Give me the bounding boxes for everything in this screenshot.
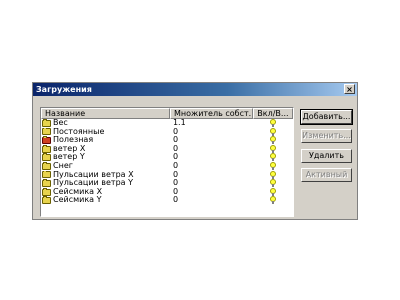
lightbulb-icon[interactable] xyxy=(270,196,277,205)
active-button[interactable]: Активный xyxy=(301,168,352,182)
delete-button[interactable]: Удалить xyxy=(301,149,352,163)
lightbulb-icon[interactable] xyxy=(270,136,277,145)
table-row[interactable]: Вес 1.1 xyxy=(41,119,293,128)
row-name: Сейсмика X xyxy=(53,187,103,196)
lightbulb-icon[interactable] xyxy=(270,153,277,162)
folder-icon xyxy=(42,144,51,153)
table-body: Вес 1.1 Постоянные 0 Полезная 0 ветер X 0 ветер … xyxy=(41,119,293,205)
row-multiplier: 1.1 xyxy=(172,119,186,127)
row-name: Пульсации ветра X xyxy=(53,170,134,179)
column-header-enabled[interactable]: Вкл/В... xyxy=(253,108,293,119)
row-enabled-cell[interactable] xyxy=(253,179,293,188)
folder-icon xyxy=(42,196,51,205)
table-row[interactable]: Полезная 0 xyxy=(41,136,293,145)
row-name: Вес xyxy=(53,119,68,127)
row-name-cell: Вес xyxy=(41,119,170,128)
folder-icon xyxy=(42,127,51,136)
row-name-cell: Пульсации ветра Y xyxy=(41,179,170,188)
table-row[interactable]: ветер Y 0 xyxy=(41,153,293,162)
row-multiplier: 0 xyxy=(172,196,179,205)
row-multiplier: 0 xyxy=(172,153,179,162)
row-name-cell: ветер Y xyxy=(41,153,170,162)
table-row[interactable]: Сейсмика X 0 xyxy=(41,187,293,197)
row-multiplier: 0 xyxy=(172,161,179,170)
close-icon: × xyxy=(346,85,353,94)
table-row[interactable]: Постоянные 0 xyxy=(41,127,293,137)
row-multiplier: 0 xyxy=(172,136,179,145)
row-name-cell: Сейсмика Y xyxy=(41,196,170,205)
dialog-titlebar: Загружения × xyxy=(33,83,357,96)
row-name-cell: Постоянные xyxy=(41,127,170,137)
folder-icon xyxy=(42,170,51,179)
table-row[interactable]: Сейсмика Y 0 xyxy=(41,196,293,205)
row-name: Полезная xyxy=(53,136,94,145)
table-row[interactable]: Снег 0 xyxy=(41,161,293,171)
row-name: ветер X xyxy=(53,144,86,153)
row-name-cell: ветер X xyxy=(41,144,170,154)
folder-icon xyxy=(42,153,51,162)
row-name-cell: Снег xyxy=(41,161,170,171)
lightbulb-icon[interactable] xyxy=(270,161,277,170)
column-header-multiplier[interactable]: Множитель собст... xyxy=(169,108,254,119)
folder-red-icon xyxy=(42,136,51,144)
row-name: Сейсмика Y xyxy=(53,196,102,205)
row-name: Постоянные xyxy=(53,127,105,136)
column-header-name[interactable]: Название xyxy=(41,108,170,119)
row-enabled-cell[interactable] xyxy=(253,161,293,171)
lightbulb-icon[interactable] xyxy=(270,119,277,127)
row-enabled-cell[interactable] xyxy=(253,170,293,180)
folder-icon xyxy=(42,119,51,127)
folder-icon xyxy=(42,161,51,170)
row-enabled-cell[interactable] xyxy=(253,127,293,137)
table-row[interactable]: Пульсации ветра X 0 xyxy=(41,170,293,180)
add-button[interactable]: Добавить... xyxy=(300,109,353,125)
row-multiplier: 0 xyxy=(172,127,179,136)
folder-icon xyxy=(42,187,51,196)
row-enabled-cell[interactable] xyxy=(253,119,293,128)
row-multiplier: 0 xyxy=(172,187,179,196)
lightbulb-icon[interactable] xyxy=(270,127,277,136)
lightbulb-icon[interactable] xyxy=(270,170,277,179)
table-row[interactable]: Пульсации ветра Y 0 xyxy=(41,179,293,188)
row-multiplier: 0 xyxy=(172,144,179,153)
folder-icon xyxy=(42,179,51,187)
row-name: Пульсации ветра Y xyxy=(53,179,133,188)
row-name-cell: Полезная xyxy=(41,136,170,145)
row-name: Снег xyxy=(53,161,73,170)
row-enabled-cell[interactable] xyxy=(253,187,293,197)
row-name: ветер Y xyxy=(53,153,85,162)
row-name-cell: Пульсации ветра X xyxy=(41,170,170,180)
loads-table[interactable]: Название Множитель собст... Вкл/В... Вес… xyxy=(40,107,294,217)
row-name-cell: Сейсмика X xyxy=(41,187,170,197)
table-header: Название Множитель собст... Вкл/В... xyxy=(41,108,293,119)
row-enabled-cell[interactable] xyxy=(253,144,293,154)
loads-dialog: Загружения × Название Множитель собст...… xyxy=(32,82,358,220)
row-enabled-cell[interactable] xyxy=(253,153,293,162)
dialog-title: Загружения xyxy=(36,85,92,94)
lightbulb-icon[interactable] xyxy=(270,179,277,188)
lightbulb-icon[interactable] xyxy=(270,187,277,196)
close-button[interactable]: × xyxy=(344,84,355,94)
row-multiplier: 0 xyxy=(172,179,179,188)
table-row[interactable]: ветер X 0 xyxy=(41,144,293,154)
row-enabled-cell[interactable] xyxy=(253,136,293,145)
row-multiplier: 0 xyxy=(172,170,179,179)
edit-button[interactable]: Изменить... xyxy=(301,129,352,143)
row-enabled-cell[interactable] xyxy=(253,196,293,205)
lightbulb-icon[interactable] xyxy=(270,144,277,153)
